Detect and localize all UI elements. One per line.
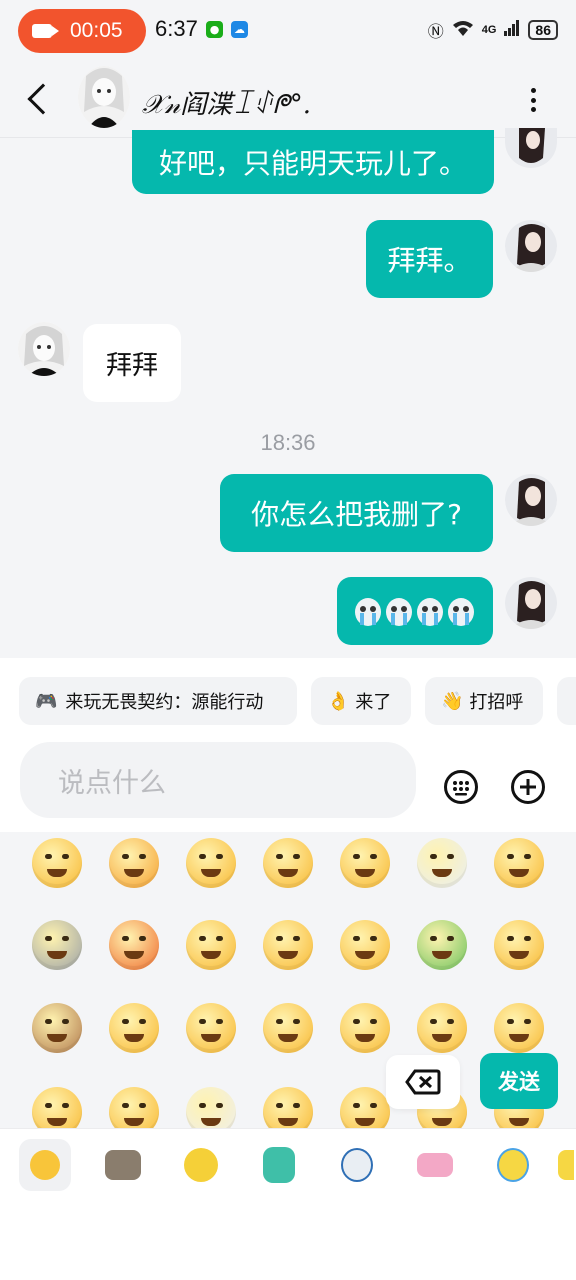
my-avatar[interactable] xyxy=(505,577,557,629)
signal-icon xyxy=(504,19,520,41)
quick-reply-label: 来了 xyxy=(355,692,392,713)
video-camera-icon xyxy=(32,24,59,38)
emoji-item[interactable] xyxy=(32,1087,82,1128)
emoji-item[interactable] xyxy=(263,838,313,888)
emoji-item[interactable] xyxy=(186,838,236,888)
tab-default-emoji[interactable] xyxy=(19,1139,71,1191)
nfc-icon: Ⓝ xyxy=(427,24,444,41)
wechat-icon: ● xyxy=(206,21,223,38)
battery-level: 86 xyxy=(528,20,558,40)
tab-sticker-pack-2[interactable] xyxy=(175,1139,227,1191)
quick-reply-label: 来玩无畏契约：源能行动 xyxy=(65,692,264,713)
message-bubble-me[interactable]: 你怎么把我删了? xyxy=(220,474,493,552)
contact-avatar[interactable] xyxy=(78,66,130,128)
back-arrow-icon[interactable] xyxy=(27,83,59,115)
message-bubble-me[interactable]: 拜拜。 xyxy=(366,220,493,298)
message-text: 拜拜。 xyxy=(387,244,472,277)
send-button[interactable]: 发送 xyxy=(480,1053,558,1109)
keyboard-toggle-icon[interactable] xyxy=(444,770,478,804)
emoji-item[interactable] xyxy=(186,920,236,970)
tab-sticker-pack-1[interactable] xyxy=(97,1139,149,1191)
sticker-pack-icon xyxy=(341,1148,373,1182)
message-bubble-me[interactable]: 好吧，只能明天玩儿了。 xyxy=(132,130,494,194)
more-options-icon[interactable] xyxy=(528,88,538,112)
emoji-item[interactable] xyxy=(263,920,313,970)
sticker-pack-icon xyxy=(497,1148,529,1182)
emoji-item[interactable] xyxy=(340,838,390,888)
emoji-item[interactable] xyxy=(340,1003,390,1053)
emoji-item[interactable] xyxy=(109,838,159,888)
sticker-pack-icon xyxy=(557,1150,574,1180)
message-timestamp: 18:36 xyxy=(260,430,316,455)
backspace-icon xyxy=(405,1069,441,1095)
bottom-safe-area xyxy=(0,1200,576,1280)
tab-sticker-pack-6[interactable] xyxy=(487,1139,539,1191)
message-bubble-other[interactable]: 拜拜 xyxy=(83,324,181,402)
system-status-icons: Ⓝ 4G 86 xyxy=(428,18,558,42)
network-type: 4G xyxy=(481,24,497,36)
message-input[interactable]: 说点什么 xyxy=(20,742,416,818)
message-text: 拜拜 xyxy=(105,350,158,381)
chat-header: 𝒳𝓃阎渫ꀤꂑᖘ°. xyxy=(0,62,576,138)
emoji-item[interactable] xyxy=(494,838,544,888)
emoji-item[interactable] xyxy=(32,838,82,888)
emoji-item[interactable] xyxy=(109,1003,159,1053)
sticker-pack-icon xyxy=(417,1153,453,1177)
status-clock: 6:37 xyxy=(155,16,198,41)
quick-reply-label: 打招呼 xyxy=(469,692,524,713)
emoji-item[interactable] xyxy=(109,1087,159,1128)
emoji-item[interactable] xyxy=(32,1003,82,1053)
gamepad-icon: 🎮 xyxy=(35,690,58,712)
contact-avatar[interactable] xyxy=(18,322,70,376)
input-placeholder: 说点什么 xyxy=(58,767,166,799)
emoji-item[interactable] xyxy=(186,1003,236,1053)
message-bubble-sticker[interactable] xyxy=(337,577,493,645)
emoji-category-bar xyxy=(0,1128,576,1200)
sticker-pack-icon xyxy=(105,1150,141,1180)
emoji-item[interactable] xyxy=(417,1003,467,1053)
ok-hand-icon: 👌 xyxy=(327,690,350,712)
quick-reply-chip-partial[interactable] xyxy=(557,677,576,725)
sticker-pack-icon xyxy=(184,1148,218,1182)
emoji-item[interactable] xyxy=(417,838,467,888)
quick-reply-chip[interactable]: 👋 打招呼 xyxy=(425,677,543,725)
emoji-item[interactable] xyxy=(32,920,82,970)
sticker-pack-icon xyxy=(263,1147,295,1183)
my-avatar[interactable] xyxy=(505,474,557,526)
emoji-item[interactable] xyxy=(186,1087,236,1128)
emoji-item[interactable] xyxy=(263,1087,313,1128)
tab-sticker-pack-3[interactable] xyxy=(253,1139,305,1191)
message-text: 好吧，只能明天玩儿了。 xyxy=(158,147,467,180)
tab-sticker-pack-7[interactable] xyxy=(555,1139,576,1191)
crying-seal-emoji-icon xyxy=(355,598,474,626)
emoji-item[interactable] xyxy=(494,920,544,970)
smiley-face-icon xyxy=(30,1150,60,1180)
add-plus-icon[interactable] xyxy=(511,770,545,804)
backspace-button[interactable] xyxy=(386,1055,460,1109)
emoji-item[interactable] xyxy=(340,920,390,970)
my-avatar[interactable] xyxy=(505,128,557,168)
my-avatar[interactable] xyxy=(505,220,557,272)
emoji-item[interactable] xyxy=(263,1003,313,1053)
quick-reply-chip[interactable]: 👌 来了 xyxy=(311,677,411,725)
message-text: 你怎么把我删了? xyxy=(251,498,462,531)
emoji-item[interactable] xyxy=(494,1003,544,1053)
emoji-item[interactable] xyxy=(340,1087,390,1128)
waving-hand-icon: 👋 xyxy=(441,690,464,712)
tab-sticker-pack-5[interactable] xyxy=(409,1139,461,1191)
chat-title: 𝒳𝓃阎渫ꀤꂑᖘ°. xyxy=(142,90,312,120)
cloud-app-icon: ☁ xyxy=(231,21,248,38)
quick-reply-chip[interactable]: 🎮 来玩无畏契约：源能行动 xyxy=(19,677,297,725)
emoji-item[interactable] xyxy=(417,920,467,970)
emoji-item[interactable] xyxy=(109,920,159,970)
wifi-icon xyxy=(452,19,474,42)
tab-sticker-pack-4[interactable] xyxy=(331,1139,383,1191)
screen-recording-pill[interactable]: 00:05 xyxy=(18,9,146,53)
recording-time: 00:05 xyxy=(70,19,123,42)
